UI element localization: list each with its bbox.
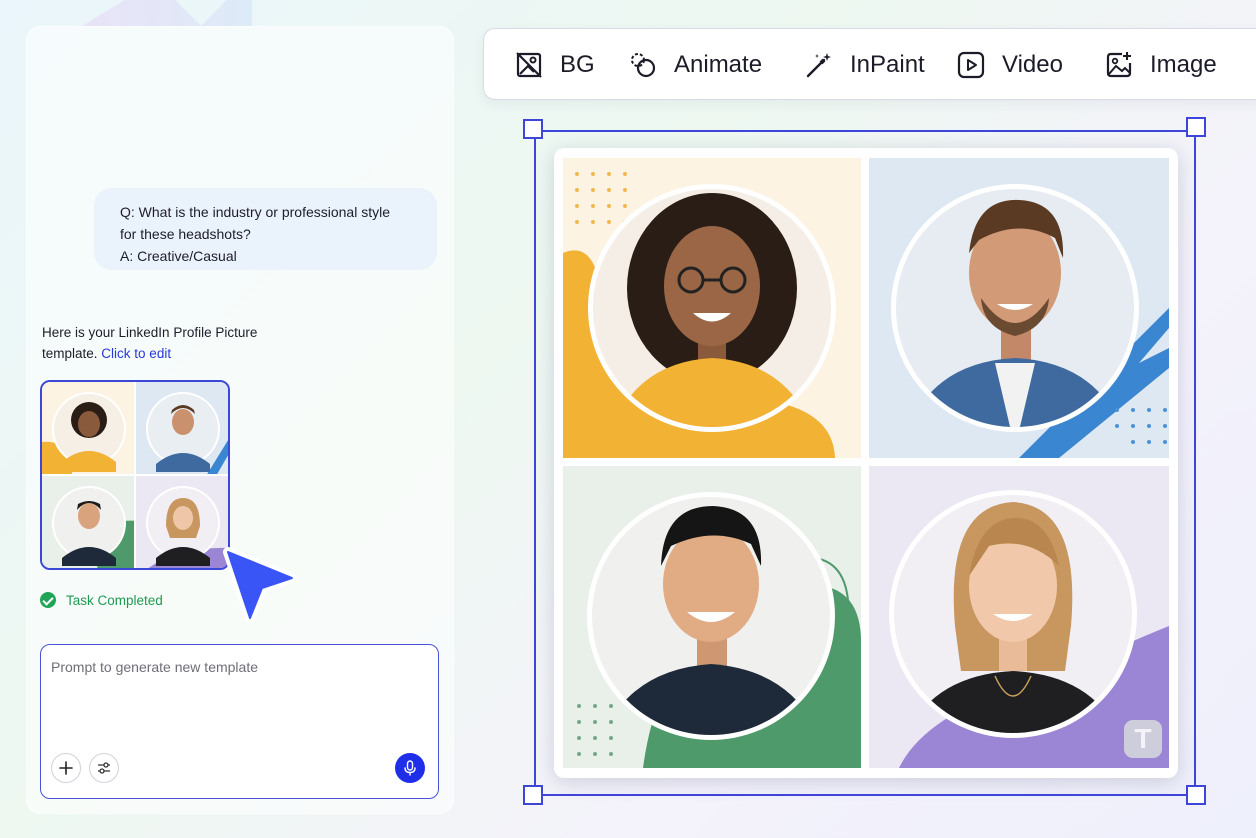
tool-bg-label: BG [560, 51, 595, 78]
assistant-reply: Here is your LinkedIn Profile Picture te… [42, 322, 302, 364]
question-line-2: for these headshots? [120, 226, 251, 242]
task-status: Task Completed [40, 592, 163, 608]
reply-line-2-prefix: template. [42, 346, 98, 361]
cursor-arrow-icon [223, 547, 297, 623]
answer-line: A: Creative/Casual [120, 248, 237, 264]
thumbnail-portrait-1 [42, 382, 134, 474]
tool-image[interactable]: Image [1104, 29, 1217, 101]
question-bubble: Q: What is the industry or professional … [94, 188, 437, 270]
background-remove-icon [516, 52, 542, 78]
prompt-input[interactable] [51, 659, 421, 675]
check-circle-icon [40, 592, 56, 608]
resize-handle-top-left[interactable] [523, 119, 543, 139]
microphone-button[interactable] [395, 753, 425, 783]
template-thumbnail[interactable] [40, 380, 230, 570]
add-attachment-button[interactable] [51, 753, 81, 783]
question-line-1: Q: What is the industry or professional … [120, 204, 390, 220]
reply-line-2: template. Click to edit [42, 343, 302, 364]
sliders-icon [98, 762, 110, 774]
thumbnail-portrait-2 [136, 382, 228, 474]
tool-inpaint[interactable]: InPaint [804, 29, 925, 101]
plus-icon [59, 761, 73, 775]
magic-wand-icon [806, 53, 831, 78]
reply-line-1: Here is your LinkedIn Profile Picture [42, 325, 258, 340]
resize-handle-bottom-left[interactable] [523, 785, 543, 805]
task-status-label: Task Completed [66, 592, 163, 608]
prompt-box [40, 644, 439, 799]
tool-image-label: Image [1150, 51, 1217, 78]
settings-button[interactable] [89, 753, 119, 783]
decorative-shape [82, 0, 252, 26]
resize-handle-bottom-right[interactable] [1186, 785, 1206, 805]
image-add-icon [1106, 52, 1132, 78]
tool-video-label: Video [1002, 51, 1063, 78]
tool-animate-label: Animate [674, 51, 763, 78]
tool-inpaint-label: InPaint [850, 51, 925, 78]
click-to-edit-link[interactable]: Click to edit [101, 346, 171, 361]
microphone-icon [404, 760, 416, 776]
tool-bg[interactable]: BG [514, 29, 595, 101]
selection-frame[interactable] [534, 130, 1196, 796]
tool-video[interactable]: Video [956, 29, 1063, 101]
thumbnail-portrait-4 [136, 476, 228, 568]
video-play-icon [957, 51, 985, 79]
tool-animate[interactable]: Animate [628, 29, 762, 101]
edit-toolbar: BG Animate InPaint Video Image [483, 28, 1256, 100]
resize-handle-top-right[interactable] [1186, 117, 1206, 137]
thumbnail-portrait-3 [42, 476, 134, 568]
animate-icon [631, 53, 656, 78]
chat-panel: Q: What is the industry or professional … [26, 26, 454, 814]
